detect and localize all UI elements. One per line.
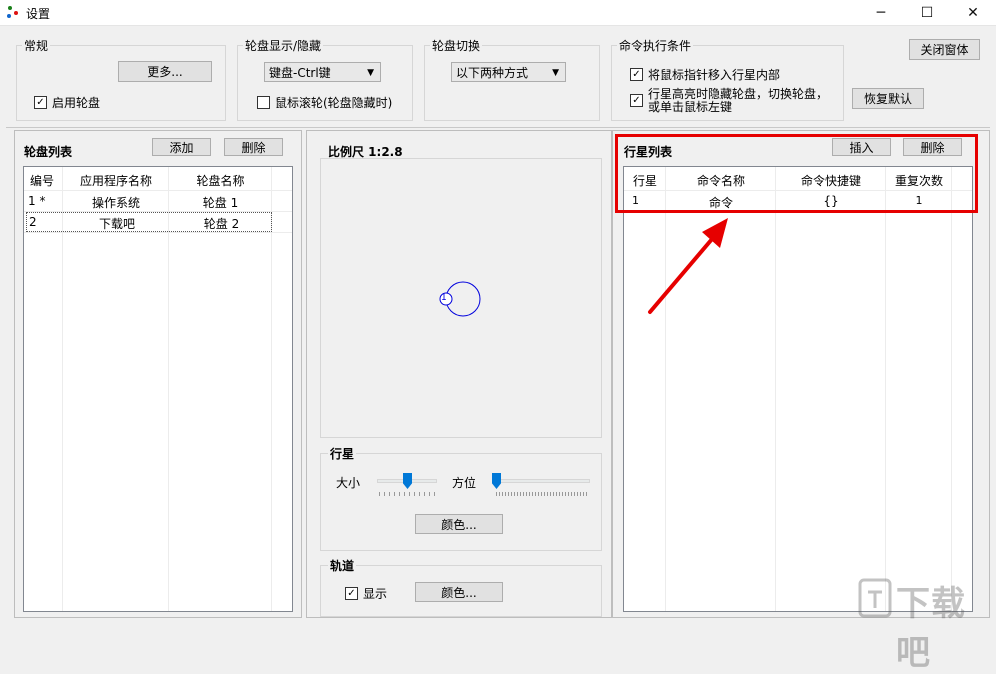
conditions-title: 命令执行条件 bbox=[617, 37, 694, 54]
scroll-wheel-label: 鼠标滚轮(轮盘隐藏时) bbox=[275, 96, 393, 110]
more-button[interactable]: 更多... bbox=[118, 61, 212, 82]
planet-group bbox=[320, 453, 602, 551]
show-hide-value: 键盘-Ctrl键 bbox=[269, 65, 331, 80]
window-title: 设置 bbox=[26, 7, 51, 21]
planet-title: 行星 bbox=[328, 445, 357, 462]
enable-wheel-label: 启用轮盘 bbox=[52, 96, 101, 110]
orbit-title: 轨道 bbox=[328, 557, 357, 574]
table-row[interactable]: 2 下载吧 轮盘 2 bbox=[26, 212, 272, 232]
row-wheel: 轮盘 2 bbox=[203, 217, 240, 231]
grid-column bbox=[63, 167, 169, 611]
highlight-box bbox=[615, 134, 978, 213]
wheel-preview[interactable]: 1 bbox=[320, 158, 602, 438]
checkbox-icon: ✓ bbox=[345, 587, 358, 600]
watermark-logo bbox=[858, 578, 892, 618]
orbit-show-label: 显示 bbox=[363, 587, 388, 601]
minimize-icon[interactable]: ─ bbox=[858, 0, 904, 26]
switch-group bbox=[424, 45, 600, 121]
planet-number: 1 bbox=[441, 293, 447, 303]
highlight-click-label: 行星高亮时隐藏轮盘，切换轮盘， 或单击鼠标左键 bbox=[648, 88, 828, 114]
grid-row-line bbox=[24, 232, 292, 233]
slider-track bbox=[492, 479, 590, 483]
maximize-icon[interactable]: ☐ bbox=[904, 0, 950, 26]
switch-select[interactable]: 以下两种方式 ▼ bbox=[451, 62, 566, 82]
add-wheel-button[interactable]: 添加 bbox=[152, 138, 211, 156]
grid-column bbox=[776, 167, 886, 611]
close-window-button[interactable]: 关闭窗体 bbox=[909, 39, 980, 60]
close-icon[interactable]: ✕ bbox=[950, 0, 996, 26]
chevron-down-icon: ▼ bbox=[552, 68, 559, 78]
row-app: 操作系统 bbox=[91, 196, 140, 210]
grid-column bbox=[24, 167, 63, 611]
planet-preview bbox=[439, 281, 481, 317]
column-header[interactable]: 编号 bbox=[26, 172, 61, 189]
app-icon bbox=[7, 6, 18, 18]
arrow-annotation bbox=[648, 218, 728, 314]
column-header[interactable]: 应用程序名称 bbox=[63, 172, 169, 189]
watermark: 下载吧 bbox=[858, 570, 990, 673]
size-slider[interactable] bbox=[377, 471, 437, 497]
row-id: 2 bbox=[29, 215, 37, 229]
highlight-click-checkbox[interactable]: ✓ 行星高亮时隐藏轮盘，切换轮盘， 或单击鼠标左键 bbox=[630, 88, 828, 114]
highlight-click-line1: 行星高亮时隐藏轮盘，切换轮盘， bbox=[648, 87, 829, 101]
switch-value: 以下两种方式 bbox=[456, 65, 529, 80]
chevron-down-icon: ▼ bbox=[367, 68, 374, 78]
slider-ticks bbox=[379, 492, 435, 496]
row-app: 下载吧 bbox=[98, 217, 135, 231]
checkbox-icon: ✓ bbox=[34, 96, 47, 109]
grid-column bbox=[886, 167, 952, 611]
pointer-enter-checkbox[interactable]: ✓ 将鼠标指针移入行星内部 bbox=[630, 66, 780, 83]
direction-label: 方位 bbox=[452, 476, 477, 490]
checkbox-icon: ✓ bbox=[630, 68, 643, 81]
wheel-list-title: 轮盘列表 bbox=[24, 145, 73, 159]
planet-color-button[interactable]: 颜色... bbox=[415, 514, 503, 534]
direction-slider[interactable] bbox=[492, 471, 590, 497]
wheel-list-table[interactable]: 编号 应用程序名称 轮盘名称 1 * 操作系统 轮盘 1 2 下载吧 轮盘 2 bbox=[23, 166, 293, 612]
pointer-enter-label: 将鼠标指针移入行星内部 bbox=[648, 68, 781, 82]
row-wheel: 轮盘 1 bbox=[202, 196, 239, 210]
orbit-color-button[interactable]: 颜色... bbox=[415, 582, 503, 602]
watermark-text: 下载吧 bbox=[896, 584, 966, 673]
column-header[interactable]: 轮盘名称 bbox=[169, 172, 272, 189]
grid-column bbox=[169, 167, 272, 611]
orbit-show-checkbox[interactable]: ✓ 显示 bbox=[345, 585, 387, 602]
row-id: 1 * bbox=[28, 194, 46, 208]
show-hide-select[interactable]: 键盘-Ctrl键 ▼ bbox=[264, 62, 381, 82]
slider-thumb[interactable] bbox=[492, 473, 501, 489]
size-label: 大小 bbox=[336, 476, 361, 490]
slider-thumb[interactable] bbox=[403, 473, 412, 489]
highlight-click-line2: 或单击鼠标左键 bbox=[648, 100, 733, 114]
show-hide-title: 轮盘显示/隐藏 bbox=[243, 37, 324, 54]
table-row[interactable]: 1 * 操作系统 轮盘 1 bbox=[24, 191, 272, 211]
switch-title: 轮盘切换 bbox=[430, 37, 483, 54]
title-bar: 设置 ─ ☐ ✕ bbox=[0, 0, 996, 26]
scroll-wheel-checkbox[interactable]: 鼠标滚轮(轮盘隐藏时) bbox=[257, 94, 392, 111]
general-title: 常规 bbox=[22, 37, 51, 54]
delete-wheel-button[interactable]: 删除 bbox=[224, 138, 283, 156]
enable-wheel-checkbox[interactable]: ✓ 启用轮盘 bbox=[34, 94, 100, 111]
checkbox-icon bbox=[257, 96, 270, 109]
slider-ticks bbox=[496, 492, 588, 496]
divider bbox=[6, 127, 990, 128]
restore-default-button[interactable]: 恢复默认 bbox=[852, 88, 924, 109]
checkbox-icon: ✓ bbox=[630, 94, 643, 107]
